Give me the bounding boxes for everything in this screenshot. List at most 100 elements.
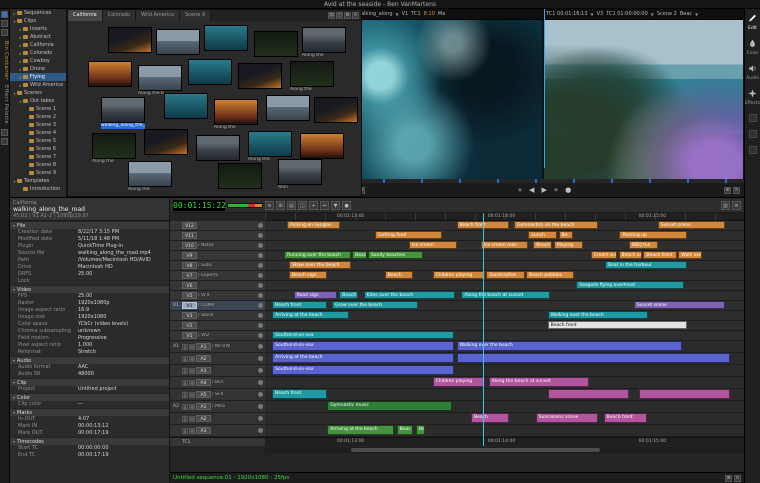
track-select-button[interactable]: V8	[182, 262, 197, 269]
timeline-clip-children-playing[interactable]: Children playing	[433, 271, 486, 279]
monitor-icon[interactable]	[258, 368, 263, 373]
timeline-clip-beach-front[interactable]: Beach front	[272, 301, 327, 309]
timeline-ruler[interactable]: 00:01:13:0000:01:14:0000:01:15:00	[265, 213, 744, 221]
record-button[interactable]: ●	[565, 184, 571, 197]
tree-item-cowboy[interactable]: ▸Cowboy	[10, 57, 66, 65]
track-select-button[interactable]: V1	[182, 302, 197, 309]
tool-icon[interactable]	[749, 114, 757, 122]
timeline-clip-beach-front[interactable]: Beach front	[643, 251, 677, 259]
timeline-clip-shaw-over-the-beach[interactable]: Shaw over the beach	[289, 261, 351, 269]
mark-icon[interactable]: ▼	[331, 201, 340, 210]
monitor-icon[interactable]	[258, 416, 263, 421]
tree-item-inserts[interactable]: ▸Inserts	[10, 25, 66, 33]
monitor-icon[interactable]	[258, 303, 263, 308]
bin-clip[interactable]	[238, 63, 282, 89]
bin-clip[interactable]	[196, 135, 240, 161]
monitor-icon[interactable]	[258, 313, 263, 318]
bin-clip-walking-along-the-road[interactable]: walking_along_the_road	[101, 97, 145, 129]
timeline-clip-arriving-at-the-beach[interactable]: Arriving at the beach	[327, 425, 394, 435]
tree-item-scene-3[interactable]: Scene 3	[10, 121, 66, 129]
tree-item-scene-5[interactable]: Scene 5	[10, 137, 66, 145]
tree-item-scene-9[interactable]: Scene 9	[10, 169, 66, 177]
bin-clip[interactable]	[164, 93, 208, 119]
timeline-clip-beach[interactable]: Beach	[339, 291, 358, 299]
tree-item-templates[interactable]: ▾Templates	[10, 177, 66, 185]
track-lane-a1-12[interactable]: Southend-on-seaWalking over the beach	[265, 341, 744, 353]
tree-item-scene-7[interactable]: Scene 7	[10, 153, 66, 161]
solo-button[interactable]: S	[182, 368, 188, 374]
patch-button[interactable]: A1	[171, 344, 181, 349]
bin-tab-wild-america[interactable]: Wild America	[136, 10, 180, 21]
track-lane-v3-9[interactable]: Arriving at the beachWalking over the be…	[265, 311, 744, 321]
patch-button[interactable]: A2	[171, 404, 181, 409]
workspace-color[interactable]: Color	[747, 39, 759, 56]
timeline-playhead[interactable]	[483, 213, 484, 446]
solo-button[interactable]: S	[182, 392, 188, 398]
monitor-icon[interactable]	[258, 356, 263, 361]
tree-item-sequences[interactable]: ▸Sequences	[10, 9, 66, 17]
trim-icon[interactable]: ↔	[320, 201, 329, 210]
timeline-clip-southend-on-sea[interactable]: Southend-on-sea	[272, 365, 454, 375]
timeline-clip-sandy-beaches[interactable]: Sandy beaches	[368, 251, 423, 259]
timeline-clip[interactable]	[457, 353, 730, 363]
solo-button[interactable]: S	[182, 356, 188, 362]
solo-button[interactable]: S	[182, 428, 188, 434]
solo-button[interactable]: S	[182, 416, 188, 422]
track-select-button[interactable]: V10	[182, 242, 197, 249]
bin-canvas[interactable]: Along theAlong the bAlong thewalking_alo…	[68, 21, 361, 196]
bin-clip[interactable]	[266, 95, 310, 121]
track-lane-v10-2[interactable]: Ice creamIce cream manBeachPlayingBBQ fu…	[265, 241, 744, 251]
track-lane-a2-13[interactable]: Arriving at the beach	[265, 353, 744, 365]
solo-button[interactable]: S	[182, 404, 188, 410]
track-lane-v7-5[interactable]: Beach signBeachChildren playingSandcastl…	[265, 271, 744, 281]
section-audio[interactable]: ▾Audio	[10, 356, 169, 364]
menu-icon[interactable]: ≡	[265, 201, 274, 210]
bin-clip[interactable]	[88, 61, 132, 87]
timeline-clip-along-the-beach-at-sunset[interactable]: Along the beach at sunset	[461, 291, 550, 299]
bin-clip[interactable]	[144, 129, 188, 155]
timeline-clip-road-sign[interactable]: Road sign	[294, 291, 337, 299]
timeline-hscrollbar[interactable]	[265, 447, 744, 453]
track-select-button[interactable]: A1	[196, 343, 211, 350]
track-lane-v8-4[interactable]: Shaw over the beachBoat in the harbour	[265, 261, 744, 271]
timeline-clip-beach[interactable]: Beach	[352, 251, 366, 259]
grid-icon[interactable]: ⊞	[725, 475, 732, 482]
patch-button[interactable]: V1	[171, 303, 181, 308]
bin-clip[interactable]	[314, 97, 358, 123]
workspace-edit[interactable]: Edit	[748, 14, 757, 31]
monitor-icon[interactable]	[258, 253, 263, 258]
mute-button[interactable]: M	[189, 380, 195, 386]
track-select-button[interactable]: A1	[196, 403, 211, 410]
bin-clip[interactable]	[188, 59, 232, 85]
mute-button[interactable]: M	[189, 356, 195, 362]
source-track-label[interactable]: V1	[402, 11, 409, 17]
timeline-clip-beac[interactable]: Beac	[397, 425, 414, 435]
mute-button[interactable]: M	[189, 392, 195, 398]
list-icon[interactable]: ▤	[287, 201, 296, 210]
timeline-clip-lunch[interactable]: Lunch	[528, 231, 557, 239]
record-scene-label[interactable]: Scene 2	[657, 11, 677, 17]
tree-item-scene-2[interactable]: Scene 2	[10, 113, 66, 121]
track-select-button[interactable]: V6	[182, 282, 197, 289]
bin-clip[interactable]	[204, 25, 248, 51]
bin-clip[interactable]	[156, 29, 200, 55]
settings-icon[interactable]: ▥	[721, 201, 730, 210]
track-lane-a5-16[interactable]: Beach front	[265, 389, 744, 401]
timeline-clip-getting-food[interactable]: Getting food	[375, 231, 442, 239]
monitor-icon[interactable]	[258, 323, 263, 328]
timeline-clip-sunset-scene[interactable]: Sunset scene	[634, 301, 725, 309]
grid-icon[interactable]: ⊞	[724, 187, 731, 194]
record-timecode-2[interactable]: TC1 01:00:00:00	[606, 11, 648, 17]
step-forward-button[interactable]: »	[554, 184, 558, 197]
track-select-button[interactable]: V1	[182, 332, 197, 339]
track-lane-v9-3[interactable]: Running over the beachBeachSandy beaches…	[265, 251, 744, 261]
section-color[interactable]: ▾Color	[10, 393, 169, 401]
bin-tab-colorado[interactable]: Colorado	[103, 10, 136, 21]
record-monitor-image[interactable]	[544, 20, 743, 179]
track-lane-a1-17[interactable]: Gymnastic music	[265, 401, 744, 413]
dot-icon[interactable]: ●	[342, 201, 351, 210]
source-clip-menu[interactable]: walking_along	[357, 11, 393, 17]
track-select-button[interactable]: A2	[196, 355, 211, 362]
bin-clip-along-the[interactable]: Along the	[214, 99, 258, 131]
timeline-clip-bbq-fun[interactable]: BBQ fun	[629, 241, 658, 249]
